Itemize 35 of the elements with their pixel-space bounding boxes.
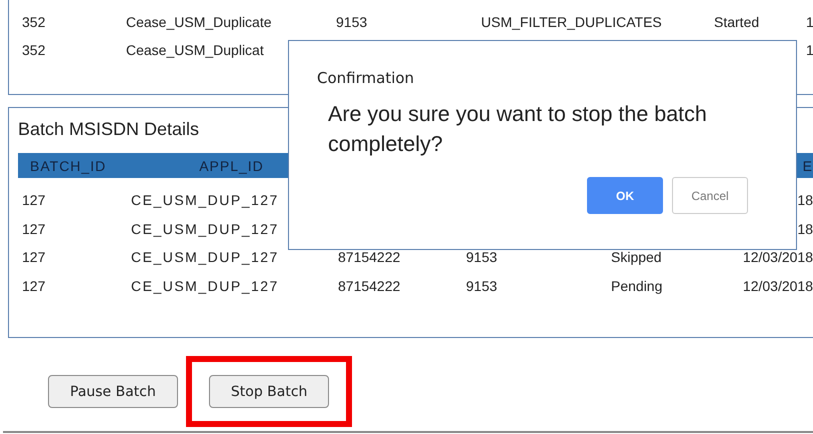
table-cell-text: 127	[21, 278, 46, 294]
table-cell-text: 12/03/2018	[742, 249, 813, 266]
table-cell-text: 127	[21, 220, 46, 237]
table-cell-text: 352	[21, 42, 46, 58]
panel-title: Batch MSISDN Details	[18, 118, 200, 140]
batch-button[interactable]: Pause Batch	[48, 375, 178, 408]
table-cell-text: CE_USM_DUP_127	[130, 192, 280, 208]
table-cell-text: 9153	[465, 278, 498, 294]
table-cell: 1	[806, 14, 813, 30]
column-header: E	[802, 158, 813, 174]
table-cell-text: 352	[21, 14, 46, 30]
table-cell-text: Started	[714, 14, 760, 30]
column-header: APPL_ID	[198, 158, 265, 174]
table-cell-text: Cease_USM_Duplicat	[126, 42, 265, 58]
table-cell-text: CE_USM_DUP_127	[130, 220, 280, 237]
table-cell-text: 9153	[336, 14, 368, 30]
table-cell-text: 9153	[465, 249, 498, 266]
dialog-message: Are you sure you want to stop the batch completely?	[328, 101, 708, 158]
column-header: BATCH_ID	[29, 158, 108, 174]
table-cell-text: CE_USM_DUP_127	[130, 278, 280, 294]
cancel-button[interactable]: Cancel	[672, 177, 748, 214]
table-cell-text: 127	[21, 192, 46, 208]
dialog-title: Confirmation	[317, 69, 416, 87]
table-cell-text: Pending	[610, 278, 664, 294]
table-cell: 1	[806, 42, 813, 58]
table-cell-text: 12/03/2018	[742, 278, 813, 294]
table-cell-text: 18	[796, 220, 813, 237]
batch-button[interactable]: Stop Batch	[208, 375, 330, 408]
table-cell-text: 127	[21, 249, 46, 266]
table-cell-text: 87154222	[337, 278, 402, 294]
table-cell-text: Skipped	[610, 249, 663, 266]
table-cell-text: 87154222	[337, 249, 402, 266]
table-cell-text: USM_FILTER_DUPLICATES	[481, 14, 663, 30]
table-cell-text: Cease_USM_Duplicate	[126, 14, 273, 30]
table-cell-text: CE_USM_DUP_127	[130, 249, 280, 266]
